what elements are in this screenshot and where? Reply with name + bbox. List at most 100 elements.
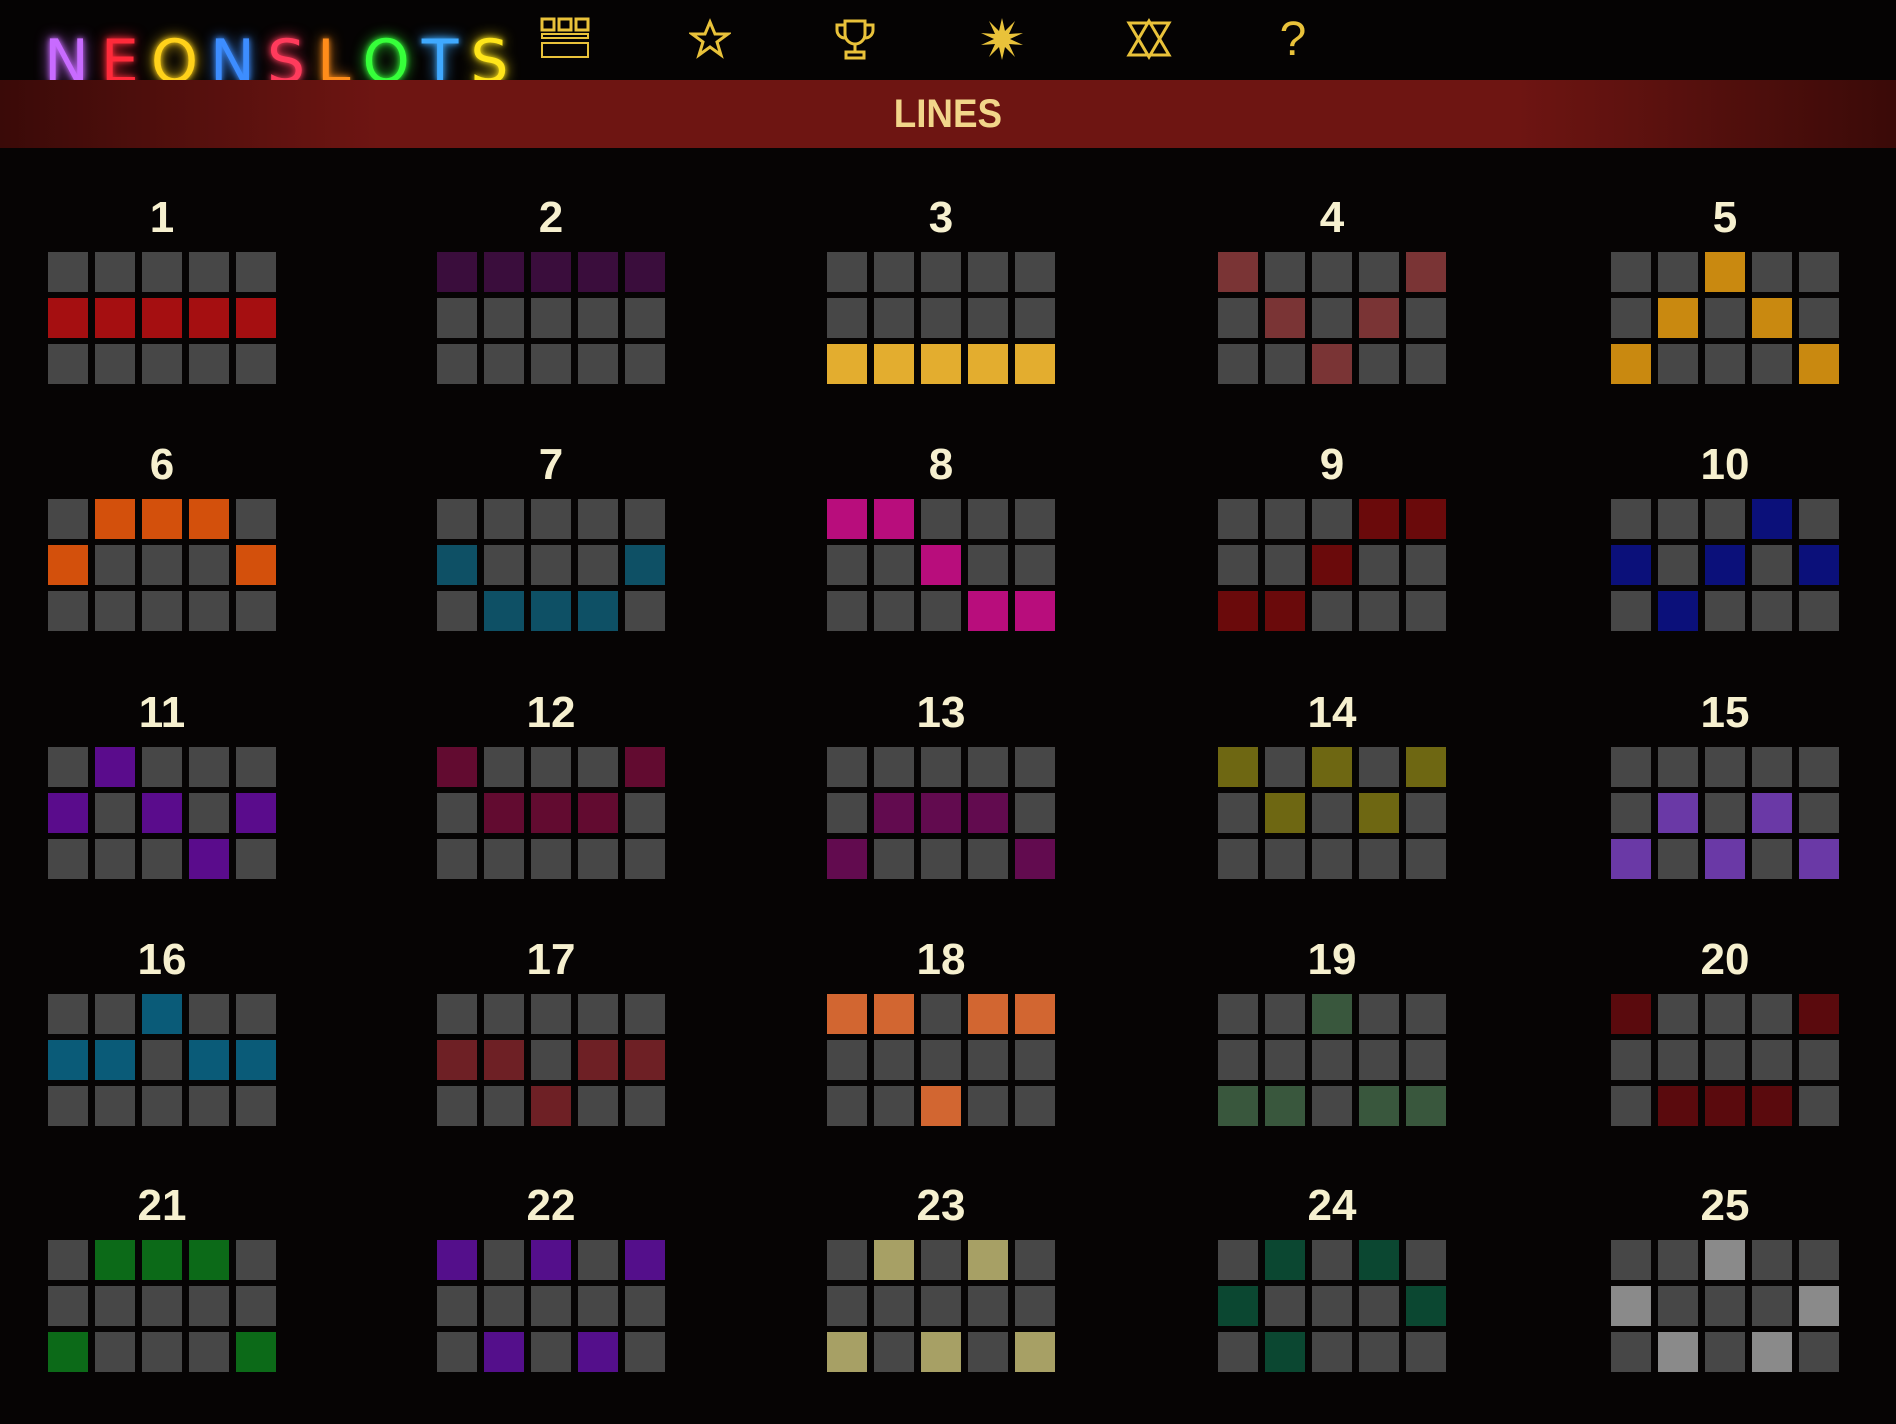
- payline-cell: [95, 1086, 135, 1126]
- payline-cell: [874, 1086, 914, 1126]
- payline-cell: [1218, 499, 1258, 539]
- payline-cell-active: [1752, 1332, 1792, 1372]
- payline-cell: [48, 839, 88, 879]
- payline-cell-active: [1265, 298, 1305, 338]
- payline-number: 20: [1700, 935, 1750, 984]
- payline-cell-active: [142, 499, 182, 539]
- payline-cell: [921, 839, 961, 879]
- payline-cell: [1406, 994, 1446, 1034]
- payline-pattern: [1611, 994, 1839, 1128]
- payline-6: 6: [48, 437, 276, 642]
- payline-cell-active: [578, 793, 618, 833]
- payline-cell-active: [1265, 1240, 1305, 1280]
- payline-number: 24: [1307, 1181, 1357, 1230]
- payline-3: 3: [827, 190, 1055, 395]
- payline-cell: [1359, 747, 1399, 787]
- payline-cell-active: [1359, 793, 1399, 833]
- payline-cell-active: [437, 545, 477, 585]
- payline-cell-active: [484, 793, 524, 833]
- payline-cell: [236, 839, 276, 879]
- payline-cell-active: [1359, 1086, 1399, 1126]
- payline-cell: [437, 793, 477, 833]
- payline-cell: [827, 252, 867, 292]
- payline-cell-active: [578, 1332, 618, 1372]
- payline-cell: [874, 1286, 914, 1326]
- payline-cell-active: [1015, 591, 1055, 631]
- payline-cell: [968, 499, 1008, 539]
- payline-cell: [531, 344, 571, 384]
- payline-cell: [1611, 252, 1651, 292]
- payline-cell-active: [1359, 1240, 1399, 1280]
- payline-cell-active: [1705, 1240, 1745, 1280]
- payline-cell: [578, 839, 618, 879]
- payline-11: 11: [48, 685, 276, 890]
- payline-cell-active: [1611, 994, 1651, 1034]
- payline-cell-active: [95, 1240, 135, 1280]
- payline-cell-active: [968, 344, 1008, 384]
- payline-cell: [1752, 591, 1792, 631]
- payline-cell: [484, 344, 524, 384]
- payline-cell: [1312, 1240, 1352, 1280]
- payline-pattern: [1218, 994, 1446, 1128]
- payline-cell-active: [1265, 1332, 1305, 1372]
- payline-cell: [578, 1086, 618, 1126]
- payline-cell: [1015, 747, 1055, 787]
- payline-cell: [142, 591, 182, 631]
- payline-cell: [531, 298, 571, 338]
- payline-cell-active: [189, 1040, 229, 1080]
- payline-cell-active: [437, 252, 477, 292]
- payline-cell: [48, 252, 88, 292]
- payline-18: 18: [827, 932, 1055, 1137]
- payline-cell: [1752, 994, 1792, 1034]
- payline-number: 21: [137, 1181, 187, 1230]
- payline-cell: [1218, 1332, 1258, 1372]
- payline-cell: [827, 1086, 867, 1126]
- payline-cell: [578, 1286, 618, 1326]
- payline-pattern: [827, 994, 1055, 1128]
- payline-cell: [625, 499, 665, 539]
- payline-cell: [1359, 994, 1399, 1034]
- payline-cell-active: [484, 1332, 524, 1372]
- payline-cell-active: [531, 1240, 571, 1280]
- payline-cell-active: [189, 1240, 229, 1280]
- payline-cell: [189, 344, 229, 384]
- payline-cell: [1359, 839, 1399, 879]
- payline-cell: [1658, 839, 1698, 879]
- payline-cell: [1658, 344, 1698, 384]
- payline-cell-active: [625, 1240, 665, 1280]
- payline-cell: [189, 994, 229, 1034]
- payline-cell: [625, 793, 665, 833]
- payline-cell: [921, 1040, 961, 1080]
- payline-cell: [142, 747, 182, 787]
- payline-cell: [578, 499, 618, 539]
- payline-cell-active: [1265, 591, 1305, 631]
- payline-cell: [1015, 1040, 1055, 1080]
- payline-cell: [968, 839, 1008, 879]
- payline-cell-active: [1406, 499, 1446, 539]
- payline-cell: [1359, 252, 1399, 292]
- payline-number: 8: [928, 440, 954, 489]
- payline-cell: [1752, 1040, 1792, 1080]
- payline-cell: [484, 499, 524, 539]
- payline-cell-active: [1265, 793, 1305, 833]
- payline-cell-active: [1658, 1086, 1698, 1126]
- payline-cell: [437, 839, 477, 879]
- payline-pattern: [1218, 499, 1446, 633]
- payline-cell: [142, 1086, 182, 1126]
- payline-19: 19: [1218, 932, 1446, 1137]
- payline-cell: [1218, 793, 1258, 833]
- payline-cell-active: [1406, 1286, 1446, 1326]
- payline-cell: [625, 1332, 665, 1372]
- payline-cell: [1265, 747, 1305, 787]
- payline-7: 7: [437, 437, 665, 642]
- payline-pattern: [1611, 1240, 1839, 1374]
- payline-cell: [968, 747, 1008, 787]
- payline-cell: [236, 994, 276, 1034]
- payline-cell: [1705, 1332, 1745, 1372]
- payline-cell: [1658, 747, 1698, 787]
- payline-cell: [827, 298, 867, 338]
- payline-cell: [1658, 1040, 1698, 1080]
- payline-number: 11: [138, 688, 186, 737]
- payline-cell-active: [95, 499, 135, 539]
- payline-cell: [189, 793, 229, 833]
